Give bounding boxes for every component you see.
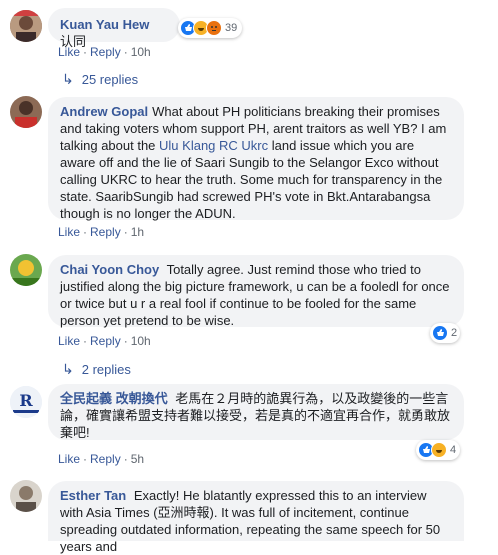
commenter-name[interactable]: Andrew Gopal [60, 104, 148, 119]
reply-link[interactable]: Reply [90, 45, 121, 59]
like-link[interactable]: Like [58, 334, 80, 348]
reply-link[interactable]: Reply [90, 452, 121, 466]
avatar-image [10, 96, 42, 128]
comment-bubble: Kuan Yau Hew 认同 [48, 8, 180, 49]
reply-arrow-icon: ↳ [62, 361, 74, 377]
haha-icon [431, 442, 447, 458]
comment-bubble: Esther Tan Exactly! He blatantly express… [48, 481, 464, 554]
commenter-name[interactable]: Chai Yoon Choy [60, 262, 159, 277]
avatar[interactable] [10, 254, 42, 286]
view-replies-link[interactable]: ↳ 25 replies [62, 71, 138, 88]
avatar[interactable]: R [10, 386, 42, 418]
avatar-image [10, 10, 42, 42]
like-icon [432, 325, 448, 341]
avatar[interactable] [10, 96, 42, 128]
svg-text:R: R [19, 391, 33, 410]
commenter-name[interactable]: Kuan Yau Hew [60, 17, 149, 32]
view-replies-link[interactable]: ↳ 2 replies [62, 361, 131, 378]
replies-count: 2 replies [81, 362, 131, 377]
reaction-count: 2 [451, 327, 458, 339]
tagged-page-link[interactable]: Ulu Klang RC Ukrc [159, 138, 268, 153]
like-link[interactable]: Like [58, 452, 80, 466]
timestamp[interactable]: 5h [131, 452, 144, 466]
replies-count: 25 replies [81, 72, 139, 87]
reaction-summary[interactable]: 4 [416, 440, 460, 460]
reaction-summary[interactable]: 2 [430, 323, 460, 343]
timestamp[interactable]: 10h [131, 45, 151, 59]
reaction-count: 4 [450, 444, 457, 456]
reply-link[interactable]: Reply [90, 225, 121, 239]
comment-bubble: Chai Yoon Choy Totally agree. Just remin… [48, 255, 464, 328]
reaction-summary[interactable]: 39 [178, 18, 242, 38]
comment-actions: Like · Reply · 10h [58, 45, 151, 59]
reply-arrow-icon: ↳ [62, 71, 74, 87]
like-link[interactable]: Like [58, 225, 80, 239]
comment-actions: Like · Reply · 5h [58, 452, 145, 466]
like-link[interactable]: Like [58, 45, 80, 59]
avatar-image [10, 254, 42, 286]
avatar[interactable] [10, 10, 42, 42]
comment-actions: Like · Reply · 10h [58, 334, 151, 348]
commenter-name[interactable]: 全民起義 改朝換代 [60, 391, 168, 406]
reply-link[interactable]: Reply [90, 334, 121, 348]
comment-bubble: Andrew Gopal What about PH politicians br… [48, 97, 464, 221]
avatar-image: R [10, 386, 42, 418]
avatar[interactable] [10, 480, 42, 512]
timestamp[interactable]: 1h [131, 225, 144, 239]
reaction-count: 39 [225, 22, 238, 34]
comment-bubble: 全民起義 改朝換代 老馬在２月時的詭異行為，以及政變後的一些言論，確實讓希盟支持… [48, 384, 464, 440]
timestamp[interactable]: 10h [131, 334, 151, 348]
angry-icon [206, 20, 222, 36]
avatar-image [10, 480, 42, 512]
commenter-name[interactable]: Esther Tan [60, 488, 126, 503]
comment-actions: Like · Reply · 1h [58, 225, 145, 239]
